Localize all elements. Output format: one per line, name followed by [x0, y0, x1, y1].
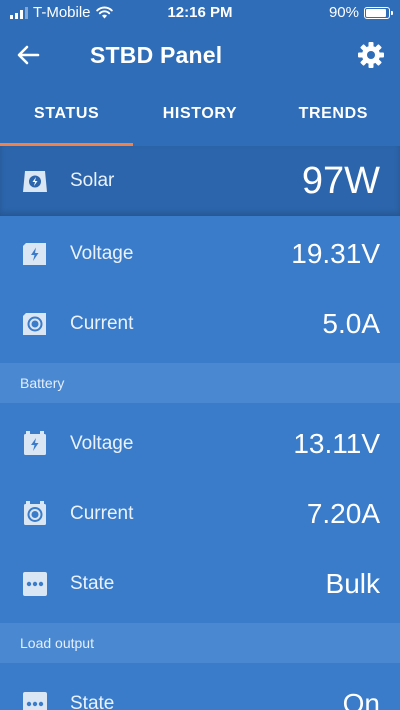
solar-panel-icon	[23, 171, 47, 192]
dots-icon	[23, 572, 47, 596]
solar-row: Solar 97W	[0, 146, 400, 216]
battery-current-value: 7.20A	[306, 498, 380, 529]
battery-voltage-row: Voltage 13.11V	[0, 409, 400, 479]
battery-lightning-icon	[24, 431, 46, 455]
battery-icon	[364, 6, 393, 19]
battery-section-header: Battery	[0, 363, 400, 403]
dots-icon	[23, 692, 47, 710]
battery-voltage-label: Voltage	[70, 433, 134, 454]
pv-voltage-row: Voltage 19.31V	[0, 219, 400, 289]
tab-bar: STATUS HISTORY TRENDS	[0, 84, 400, 146]
tab-status[interactable]: STATUS	[0, 84, 134, 146]
lightning-icon	[23, 243, 46, 265]
battery-state-value: Bulk	[325, 568, 380, 599]
battery-current-row: Current 7.20A	[0, 479, 400, 549]
status-bar-right: 90%	[328, 4, 393, 21]
tab-trends[interactable]: TRENDS	[267, 84, 400, 146]
load-state-value: On	[342, 688, 380, 710]
gear-icon[interactable]	[356, 40, 386, 70]
battery-voltage-value: 13.11V	[293, 428, 380, 459]
battery-current-label: Current	[70, 503, 134, 524]
load-state-row: State On	[0, 669, 400, 710]
status-bar: T-Mobile 12:16 PM 90%	[0, 0, 400, 26]
back-arrow-icon[interactable]	[14, 41, 46, 69]
battery-current-icon	[24, 501, 46, 525]
battery-state-row: State Bulk	[0, 549, 400, 619]
solar-value: 97W	[301, 159, 380, 202]
pv-current-row: Current 5.0A	[0, 289, 400, 359]
pv-voltage-label: Voltage	[70, 243, 134, 264]
battery-percent: 90%	[328, 4, 359, 21]
pv-voltage-value: 19.31V	[291, 238, 380, 269]
page-title: STBD Panel	[90, 42, 223, 68]
tab-history[interactable]: HISTORY	[133, 84, 266, 146]
current-icon	[23, 313, 46, 335]
battery-state-label: State	[70, 573, 115, 594]
app-bar: STBD Panel	[0, 26, 400, 84]
load-output-section-header: Load output	[0, 623, 400, 663]
pv-current-value: 5.0A	[322, 308, 380, 339]
pv-current-label: Current	[70, 313, 134, 334]
solar-label: Solar	[70, 170, 115, 191]
load-state-label: State	[70, 693, 115, 710]
